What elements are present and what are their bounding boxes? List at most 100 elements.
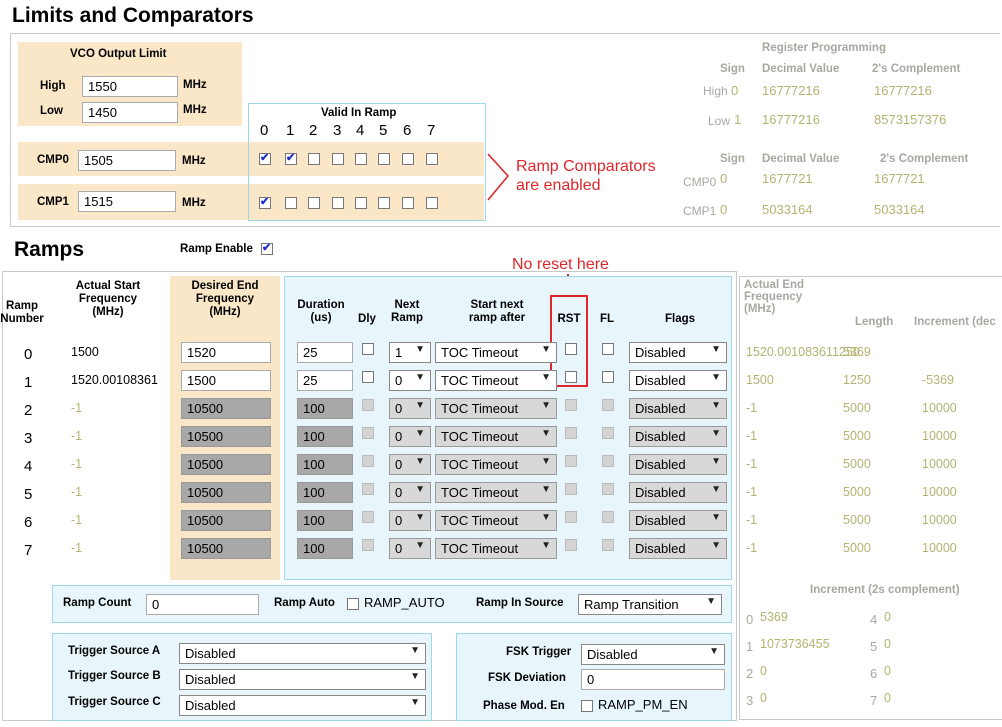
cmp1-valid-ramp-5-checkbox[interactable] (378, 197, 390, 209)
desired-end-input[interactable]: 1520 (181, 342, 271, 363)
cmp0-valid-ramp-2-checkbox[interactable] (308, 153, 320, 165)
chevron-down-icon: ▼ (706, 596, 716, 607)
start-next-select[interactable]: TOC Timeout ▼ (435, 454, 557, 475)
cmp0-valid-ramp-3-checkbox[interactable] (332, 153, 344, 165)
duration-input[interactable]: 100 (297, 538, 353, 559)
duration-input[interactable]: 100 (297, 510, 353, 531)
cmp1-valid-ramp-3-checkbox[interactable] (332, 197, 344, 209)
fl-checkbox[interactable] (602, 399, 614, 411)
ramp-enable-checkbox[interactable] (261, 241, 273, 255)
cmp1-valid-ramp-1-checkbox[interactable] (285, 197, 297, 209)
duration-input[interactable]: 100 (297, 454, 353, 475)
flags-select[interactable]: Disabled ▼ (629, 482, 727, 503)
rst-checkbox[interactable] (565, 483, 577, 495)
next-ramp-select[interactable]: 0 ▼ (389, 482, 431, 503)
desired-end-input[interactable]: 10500 (181, 398, 271, 419)
start-next-select[interactable]: TOC Timeout ▼ (435, 538, 557, 559)
cmp1-input[interactable]: 1515 (78, 191, 176, 212)
rst-checkbox[interactable] (565, 511, 577, 523)
flags-select[interactable]: Disabled ▼ (629, 370, 727, 391)
reg-low-label: Low (708, 114, 731, 128)
duration-input[interactable]: 100 (297, 398, 353, 419)
fl-checkbox[interactable] (602, 427, 614, 439)
desired-end-input[interactable]: 10500 (181, 538, 271, 559)
vco-low-input[interactable]: 1450 (82, 102, 178, 123)
duration-input[interactable]: 100 (297, 482, 353, 503)
next-ramp-select[interactable]: 0 ▼ (389, 426, 431, 447)
cmp1-valid-ramp-7-checkbox[interactable] (426, 197, 438, 209)
desired-end-input[interactable]: 10500 (181, 426, 271, 447)
cmp0-valid-ramp-4-checkbox[interactable] (355, 153, 367, 165)
duration-input[interactable]: 25 (297, 370, 353, 391)
start-next-select[interactable]: TOC Timeout ▼ (435, 426, 557, 447)
desired-end-input[interactable]: 1500 (181, 370, 271, 391)
cmp0-valid-ramp-7-checkbox[interactable] (426, 153, 438, 165)
fsk-trigger-select[interactable]: Disabled ▼ (581, 644, 725, 665)
trigger-a-select[interactable]: Disabled ▼ (179, 643, 426, 664)
desired-end-input[interactable]: 10500 (181, 454, 271, 475)
cmp1-valid-ramp-2-checkbox[interactable] (308, 197, 320, 209)
flags-select[interactable]: Disabled ▼ (629, 426, 727, 447)
fl-checkbox[interactable] (602, 539, 614, 551)
cmp1-valid-ramp-4-checkbox[interactable] (355, 197, 367, 209)
reg-cmp0-label: CMP0 (683, 175, 717, 189)
rst-checkbox[interactable] (565, 343, 577, 355)
cmp0-valid-ramp-0-checkbox[interactable] (259, 151, 271, 165)
start-next-select[interactable]: TOC Timeout ▼ (435, 482, 557, 503)
duration-input[interactable]: 25 (297, 342, 353, 363)
start-next-select[interactable]: TOC Timeout ▼ (435, 342, 557, 363)
fsk-deviation-input[interactable]: 0 (581, 669, 725, 690)
dly-checkbox[interactable] (362, 399, 374, 411)
cmp0-valid-ramp-1-checkbox[interactable] (285, 151, 297, 165)
ramp-auto-checkbox[interactable] (347, 598, 359, 610)
dly-checkbox[interactable] (362, 427, 374, 439)
next-ramp-select[interactable]: 0 ▼ (389, 510, 431, 531)
dly-checkbox[interactable] (362, 483, 374, 495)
flags-select[interactable]: Disabled ▼ (629, 342, 727, 363)
rst-checkbox[interactable] (565, 399, 577, 411)
flags-select[interactable]: Disabled ▼ (629, 538, 727, 559)
rst-checkbox[interactable] (565, 427, 577, 439)
cmp1-valid-ramp-0-checkbox[interactable] (259, 195, 271, 209)
cmp1-valid-ramp-6-checkbox[interactable] (402, 197, 414, 209)
rst-checkbox[interactable] (565, 371, 577, 383)
next-ramp-select[interactable]: 0 ▼ (389, 398, 431, 419)
start-next-select[interactable]: TOC Timeout ▼ (435, 398, 557, 419)
flags-select[interactable]: Disabled ▼ (629, 398, 727, 419)
ramp-count-input[interactable]: 0 (146, 594, 259, 615)
next-ramp-select[interactable]: 0 ▼ (389, 370, 431, 391)
dly-checkbox[interactable] (362, 455, 374, 467)
fl-checkbox[interactable] (602, 483, 614, 495)
fl-checkbox[interactable] (602, 371, 614, 383)
start-next-select[interactable]: TOC Timeout ▼ (435, 510, 557, 531)
chevron-down-icon: ▼ (709, 646, 719, 657)
next-ramp-select[interactable]: 0 ▼ (389, 454, 431, 475)
fl-checkbox[interactable] (602, 455, 614, 467)
dly-checkbox[interactable] (362, 371, 374, 383)
dly-checkbox[interactable] (362, 539, 374, 551)
fl-checkbox[interactable] (602, 511, 614, 523)
ramp-in-source-select[interactable]: Ramp Transition ▼ (578, 594, 722, 615)
cmp0-valid-ramp-5-checkbox[interactable] (378, 153, 390, 165)
dly-checkbox[interactable] (362, 511, 374, 523)
rst-checkbox[interactable] (565, 539, 577, 551)
ramp-length: 5000 (843, 541, 871, 555)
next-ramp-select[interactable]: 1 ▼ (389, 342, 431, 363)
flags-value: Disabled (635, 345, 686, 360)
desired-end-input[interactable]: 10500 (181, 482, 271, 503)
flags-select[interactable]: Disabled ▼ (629, 454, 727, 475)
desired-end-input[interactable]: 10500 (181, 510, 271, 531)
start-next-select[interactable]: TOC Timeout ▼ (435, 370, 557, 391)
phase-mod-checkbox[interactable] (581, 700, 593, 712)
cmp0-valid-ramp-6-checkbox[interactable] (402, 153, 414, 165)
vco-high-input[interactable]: 1550 (82, 76, 178, 97)
cmp0-input[interactable]: 1505 (78, 150, 176, 171)
duration-input[interactable]: 100 (297, 426, 353, 447)
rst-checkbox[interactable] (565, 455, 577, 467)
flags-select[interactable]: Disabled ▼ (629, 510, 727, 531)
fl-checkbox[interactable] (602, 343, 614, 355)
trigger-b-select[interactable]: Disabled ▼ (179, 669, 426, 690)
next-ramp-select[interactable]: 0 ▼ (389, 538, 431, 559)
dly-checkbox[interactable] (362, 343, 374, 355)
trigger-c-select[interactable]: Disabled ▼ (179, 695, 426, 716)
